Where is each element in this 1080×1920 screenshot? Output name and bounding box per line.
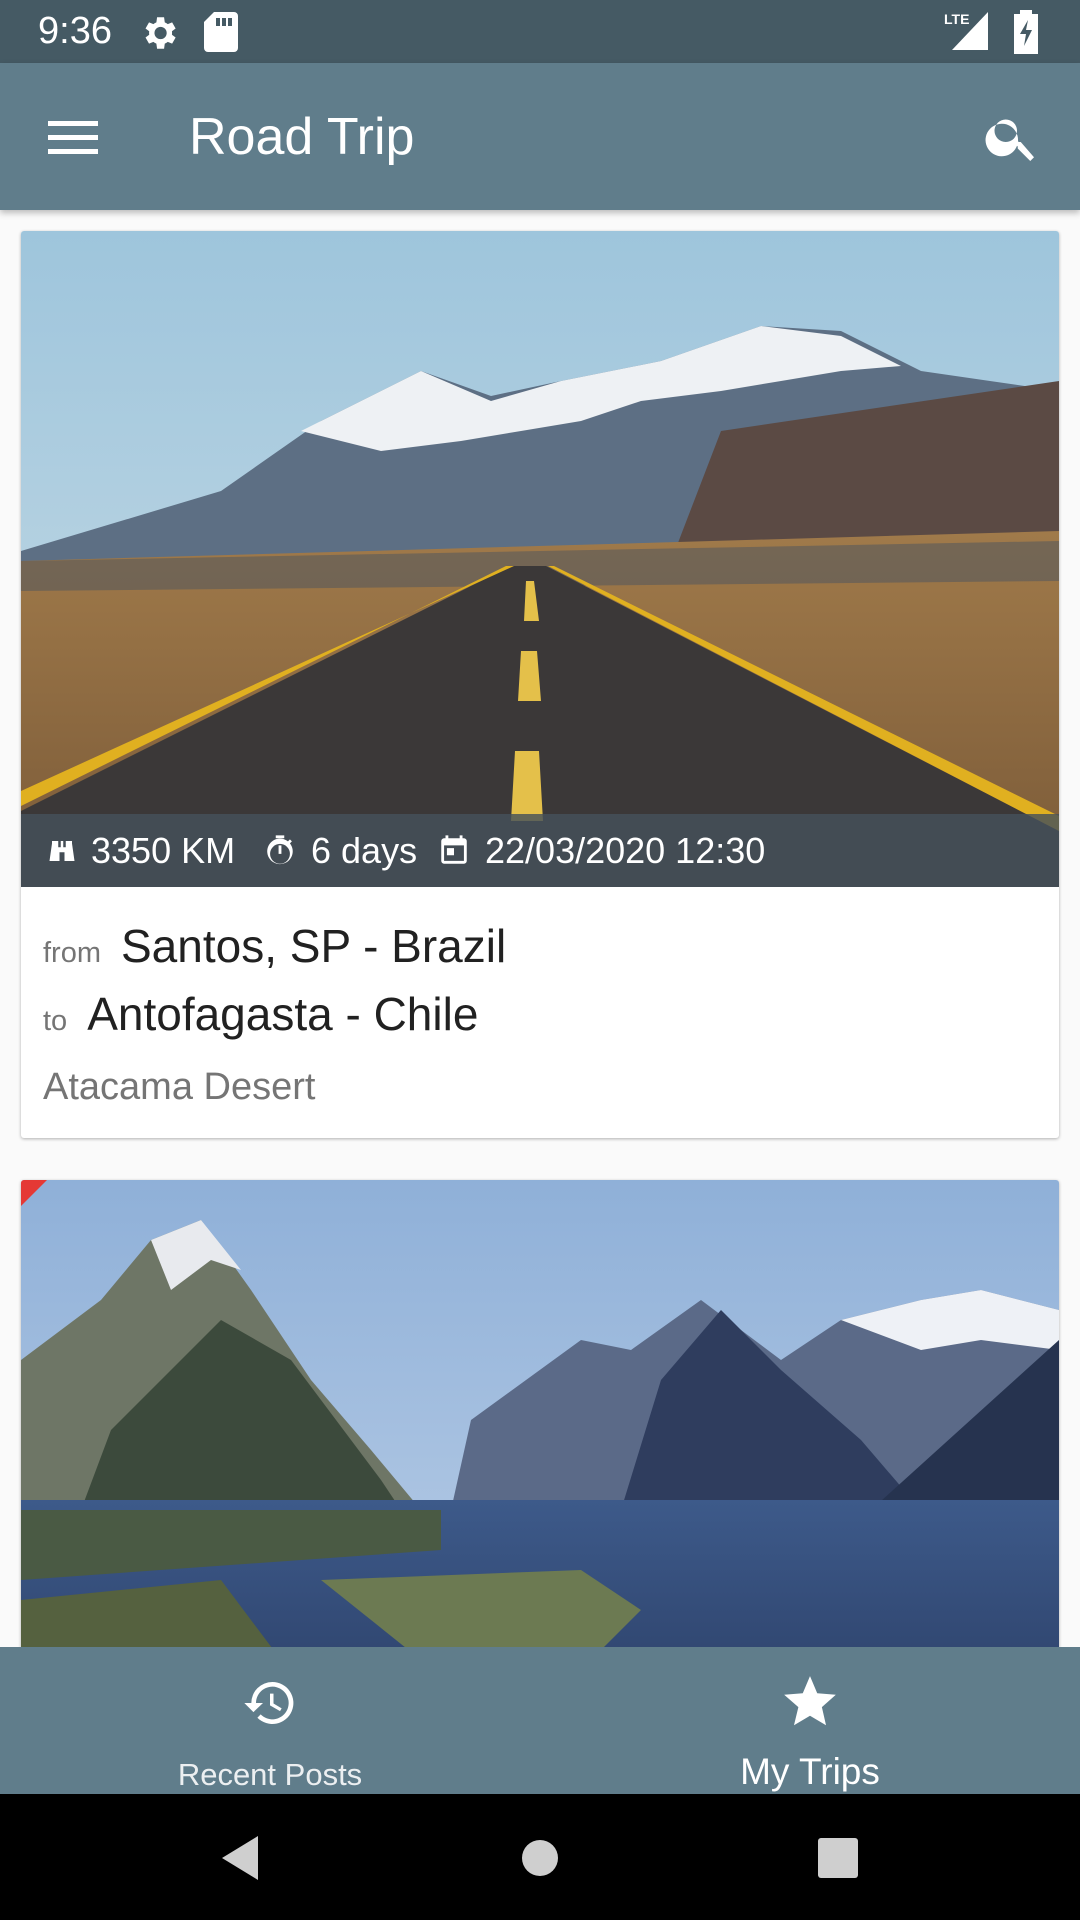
hamburger-menu-icon[interactable] [36,106,108,166]
trip-distance-value: 3350 KM [91,829,236,871]
trip-card[interactable] [21,1180,1059,1647]
status-bar: 9:36 LTE [0,0,1080,63]
history-icon [244,1681,294,1724]
app-bar: Road Trip [0,63,1080,210]
back-icon[interactable] [214,1830,270,1886]
timer-icon [267,834,293,864]
trip-feed[interactable]: 3350 KM 6 days 22/03/2020 12:30 from Sant… [0,210,1080,1647]
star-icon [784,1676,836,1726]
recents-icon[interactable] [810,1830,866,1886]
status-time: 9:36 [38,10,112,52]
trip-distance: 3350 KM [47,814,235,887]
trip-duration-value: 6 days [311,829,418,871]
nav-my-trips[interactable]: My Trips [540,1647,1080,1794]
trip-duration: 6 days [263,814,417,887]
sd-card-icon [204,12,238,57]
trip-datetime-value: 22/03/2020 12:30 [485,829,766,871]
binoculars-icon [49,840,75,861]
search-icon[interactable] [982,107,1052,177]
from-label: from [43,937,101,969]
battery-charging-icon [1012,10,1040,59]
bottom-navigation: Recent Posts My Trips [0,1647,1080,1794]
trip-card[interactable]: 3350 KM 6 days 22/03/2020 12:30 from Sant… [21,231,1059,1138]
destination-value: Antofagasta - Chile [87,988,479,1040]
settings-icon [138,12,180,59]
trip-image [21,1180,1059,1647]
nav-my-trips-label: My Trips [740,1751,880,1792]
home-icon[interactable] [512,1830,568,1886]
trip-meta-bar: 3350 KM 6 days 22/03/2020 12:30 [21,814,1059,887]
origin-value: Santos, SP - Brazil [121,920,507,972]
trip-destination: to Antofagasta - Chile [43,987,478,1041]
to-label: to [43,1005,68,1037]
nav-recent-posts[interactable]: Recent Posts [0,1647,540,1794]
signal-icon: LTE [944,10,988,57]
page-title: Road Trip [189,108,415,166]
trip-subtitle: Atacama Desert [43,1066,316,1108]
trip-origin: from Santos, SP - Brazil [43,919,506,973]
calendar-icon [441,834,467,864]
trip-datetime: 22/03/2020 12:30 [437,814,765,887]
svg-text:LTE: LTE [944,11,969,27]
system-navigation-bar [0,1794,1080,1920]
nav-recent-posts-label: Recent Posts [177,1757,363,1792]
trip-image [21,231,1059,887]
new-flag-icon [21,1180,47,1206]
